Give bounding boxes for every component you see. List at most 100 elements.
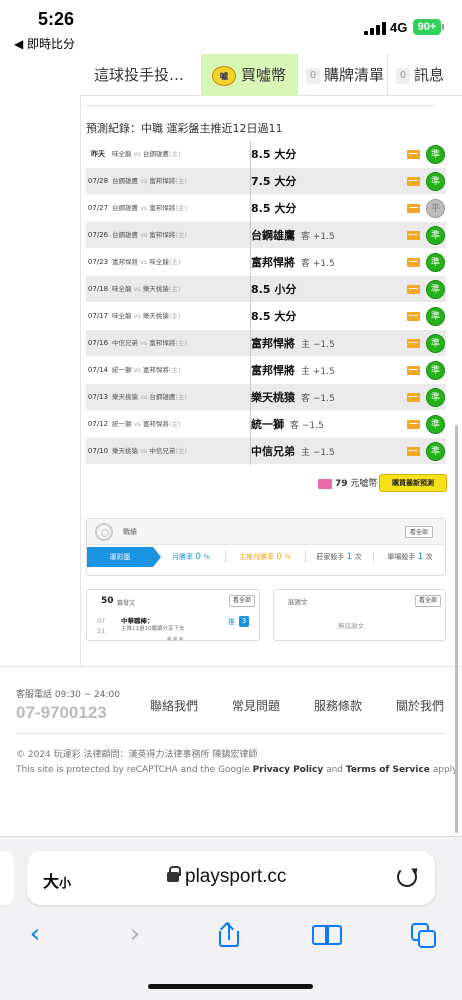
row-away-team: 中信兄弟 <box>149 447 176 455</box>
content-top-divider <box>86 96 434 106</box>
row-date: 07/16 <box>87 339 109 347</box>
address-bar[interactable]: 大小 playsport.cc <box>27 851 435 905</box>
url-text[interactable]: playsport.cc <box>185 866 286 888</box>
price-unit: 元噓幣 <box>350 479 378 489</box>
tab-buy-coins[interactable]: 噓買噓幣 <box>202 54 298 96</box>
analysis-tag-icon[interactable] <box>407 312 420 321</box>
row-home-suffix: (主) <box>168 366 181 374</box>
table-row[interactable]: 07/12 統一獅 vs 富邦悍將(主) 統一獅客 −1.5 準 <box>86 411 446 438</box>
analysis-tag-icon[interactable] <box>407 366 420 375</box>
stat-monthly-win-rate[interactable]: 月勝率 0 % <box>161 547 221 567</box>
table-row[interactable]: 07/16 中信兄弟 vs 富邦悍將(主) 富邦悍將主 −1.5 準 <box>86 330 446 357</box>
row-pick-text: 樂天桃猿 <box>251 391 295 404</box>
row-odds: 客 −1.5 <box>290 421 324 431</box>
footer-link-contact[interactable]: 聯絡我們 <box>150 697 198 714</box>
result-badge: 準 <box>426 442 445 461</box>
row-away-team: 台鋼雄鷹 <box>142 150 169 158</box>
row-date: 07/28 <box>87 177 109 185</box>
row-home-team: 味全龍 <box>112 312 132 320</box>
analysis-tag-icon[interactable] <box>407 420 420 429</box>
row-pick: 富邦悍將主 +1.5 <box>250 357 405 384</box>
row-away-team: 樂天桃猿 <box>142 285 169 293</box>
stat-house-killer[interactable]: 莊家殺手 1 次 <box>309 547 369 567</box>
table-row[interactable]: 07/14 統一獅 vs 富邦悍將(主) 富邦悍將主 +1.5 準 <box>86 357 446 384</box>
table-row[interactable]: 07/23 富邦悍將 vs 味全龍(主) 富邦悍將客 +1.5 準 <box>86 249 446 276</box>
analysis-tag-icon[interactable] <box>407 150 420 159</box>
row-vs: vs <box>140 339 148 347</box>
browser-back-icon[interactable]: ‹ <box>20 919 50 949</box>
previous-tab-peek[interactable] <box>0 851 14 905</box>
row-pick-text: 富邦悍將 <box>251 337 295 350</box>
text-size-button[interactable]: 大小 <box>43 868 71 892</box>
row-matchup: 樂天桃猿 vs 台鋼雄鷹(主) <box>112 384 246 411</box>
buy-latest-prediction-button[interactable]: 購買最新預測 <box>379 474 447 492</box>
back-to-app-link[interactable]: ◀ 即時比分 <box>14 35 75 52</box>
footer-link-about[interactable]: 關於我們 <box>396 697 444 714</box>
service-phone-number[interactable]: 07-9700123 <box>16 703 107 723</box>
footer-link-faq[interactable]: 常見問題 <box>232 697 280 714</box>
network-type: 4G <box>390 20 408 35</box>
stat-label: 月勝率 <box>172 553 194 561</box>
analysis-tag-icon[interactable] <box>407 177 420 186</box>
bookmarks-icon[interactable] <box>312 925 344 947</box>
tab-messages[interactable]: 0 訊息 <box>388 54 462 96</box>
analysis-tag-icon[interactable] <box>407 231 420 240</box>
reload-icon[interactable] <box>397 867 417 887</box>
stat-single-game-killer[interactable]: 單場殺手 1 次 <box>377 547 443 567</box>
tab-pitcher-article[interactable]: 這球投手投… <box>80 54 202 96</box>
analysis-tag-icon[interactable] <box>407 393 420 402</box>
posts-view-all-button[interactable]: 看全部 <box>229 595 256 607</box>
price-value: 79 <box>335 479 348 489</box>
row-away-team: 富邦悍將 <box>149 231 176 239</box>
analysis-tag-icon[interactable] <box>407 447 420 456</box>
row-home-team: 樂天桃猿 <box>112 393 138 401</box>
table-row[interactable]: 07/27 台鋼雄鷹 vs 富邦悍將(主) 8.5 大分 平 <box>86 195 446 222</box>
row-odds: 客 −1.5 <box>301 394 335 404</box>
stats-view-all-button[interactable]: 看全部 <box>405 526 434 538</box>
page-scrollbar[interactable] <box>455 425 458 833</box>
replies-view-all-button[interactable]: 看全部 <box>415 595 442 607</box>
status-bar: 5:26 ◀ 即時比分 4G 90+ <box>0 0 462 52</box>
analysis-tag-icon[interactable] <box>407 285 420 294</box>
service-hours-label: 客服電話 09:30 ~ 24:00 <box>16 690 120 700</box>
stat-main-monthly-win-rate[interactable]: 主推月勝率 0 % <box>229 547 301 567</box>
analysis-tag-icon[interactable] <box>407 258 420 267</box>
privacy-policy-link[interactable]: Privacy Policy <box>253 765 324 775</box>
browser-forward-icon[interactable]: › <box>120 919 150 949</box>
share-icon[interactable] <box>216 921 242 949</box>
table-row[interactable]: 07/18 味全龍 vs 樂天桃猿(主) 8.5 小分 準 <box>86 276 446 303</box>
row-vs: vs <box>133 312 141 320</box>
table-row[interactable]: 昨天 味全龍 vs 台鋼雄鷹(主) 8.5 大分 準 <box>86 141 446 168</box>
row-home-suffix: (主) <box>175 339 187 347</box>
row-home-team: 樂天桃猿 <box>112 447 138 455</box>
row-matchup: 台鋼雄鷹 vs 富邦悍將(主) <box>112 195 246 222</box>
stats-tab-sports-lottery[interactable]: 運彩盤 <box>87 547 161 567</box>
row-pick-text: 8.5 大分 <box>251 202 297 215</box>
analysis-tag-icon[interactable] <box>407 204 420 213</box>
table-row[interactable]: 07/10 樂天桃猿 vs 中信兄弟(主) 中信兄弟主 −1.5 準 <box>86 438 446 465</box>
footer-link-terms[interactable]: 服務條款 <box>314 697 362 714</box>
text-size-small: 小 <box>59 876 72 890</box>
browser-toolbar: 大小 playsport.cc ‹ › <box>0 836 462 1000</box>
stat-value: 1 <box>346 552 353 562</box>
post-push-label: 推 <box>228 618 235 626</box>
tab-count-badge: 0 <box>396 67 410 84</box>
table-row[interactable]: 07/13 樂天桃猿 vs 台鋼雄鷹(主) 樂天桃猿客 −1.5 準 <box>86 384 446 411</box>
row-home-suffix: (主) <box>168 258 181 266</box>
table-row[interactable]: 07/26 台鋼雄鷹 vs 富邦悍將(主) 台鋼雄鷹客 +1.5 準 <box>86 222 446 249</box>
tabs-overview-icon[interactable] <box>411 923 439 951</box>
terms-of-service-link[interactable]: Terms of Service <box>346 765 430 775</box>
table-row[interactable]: 07/28 台鋼雄鷹 vs 富邦悍將(主) 7.5 大分 準 <box>86 168 446 195</box>
row-home-team: 台鋼雄鷹 <box>112 204 138 212</box>
home-indicator[interactable] <box>148 984 313 989</box>
carousel-dots[interactable]: ● ● ● <box>167 636 183 642</box>
row-away-team: 台鋼雄鷹 <box>149 393 176 401</box>
table-row[interactable]: 07/17 味全龍 vs 樂天桃猿(主) 8.5 大分 準 <box>86 303 446 330</box>
tab-purchase-list[interactable]: 0 購牌清單 <box>298 54 388 96</box>
post-subtitle[interactable]: 主推11過10繼續分享下去 <box>121 624 185 632</box>
stat-unit: 次 <box>425 553 433 561</box>
price-info: 79 元噓幣 <box>318 476 377 489</box>
post-date-month: 07 <box>97 617 106 625</box>
stat-label: 運彩盤 <box>109 553 131 561</box>
analysis-tag-icon[interactable] <box>407 339 420 348</box>
